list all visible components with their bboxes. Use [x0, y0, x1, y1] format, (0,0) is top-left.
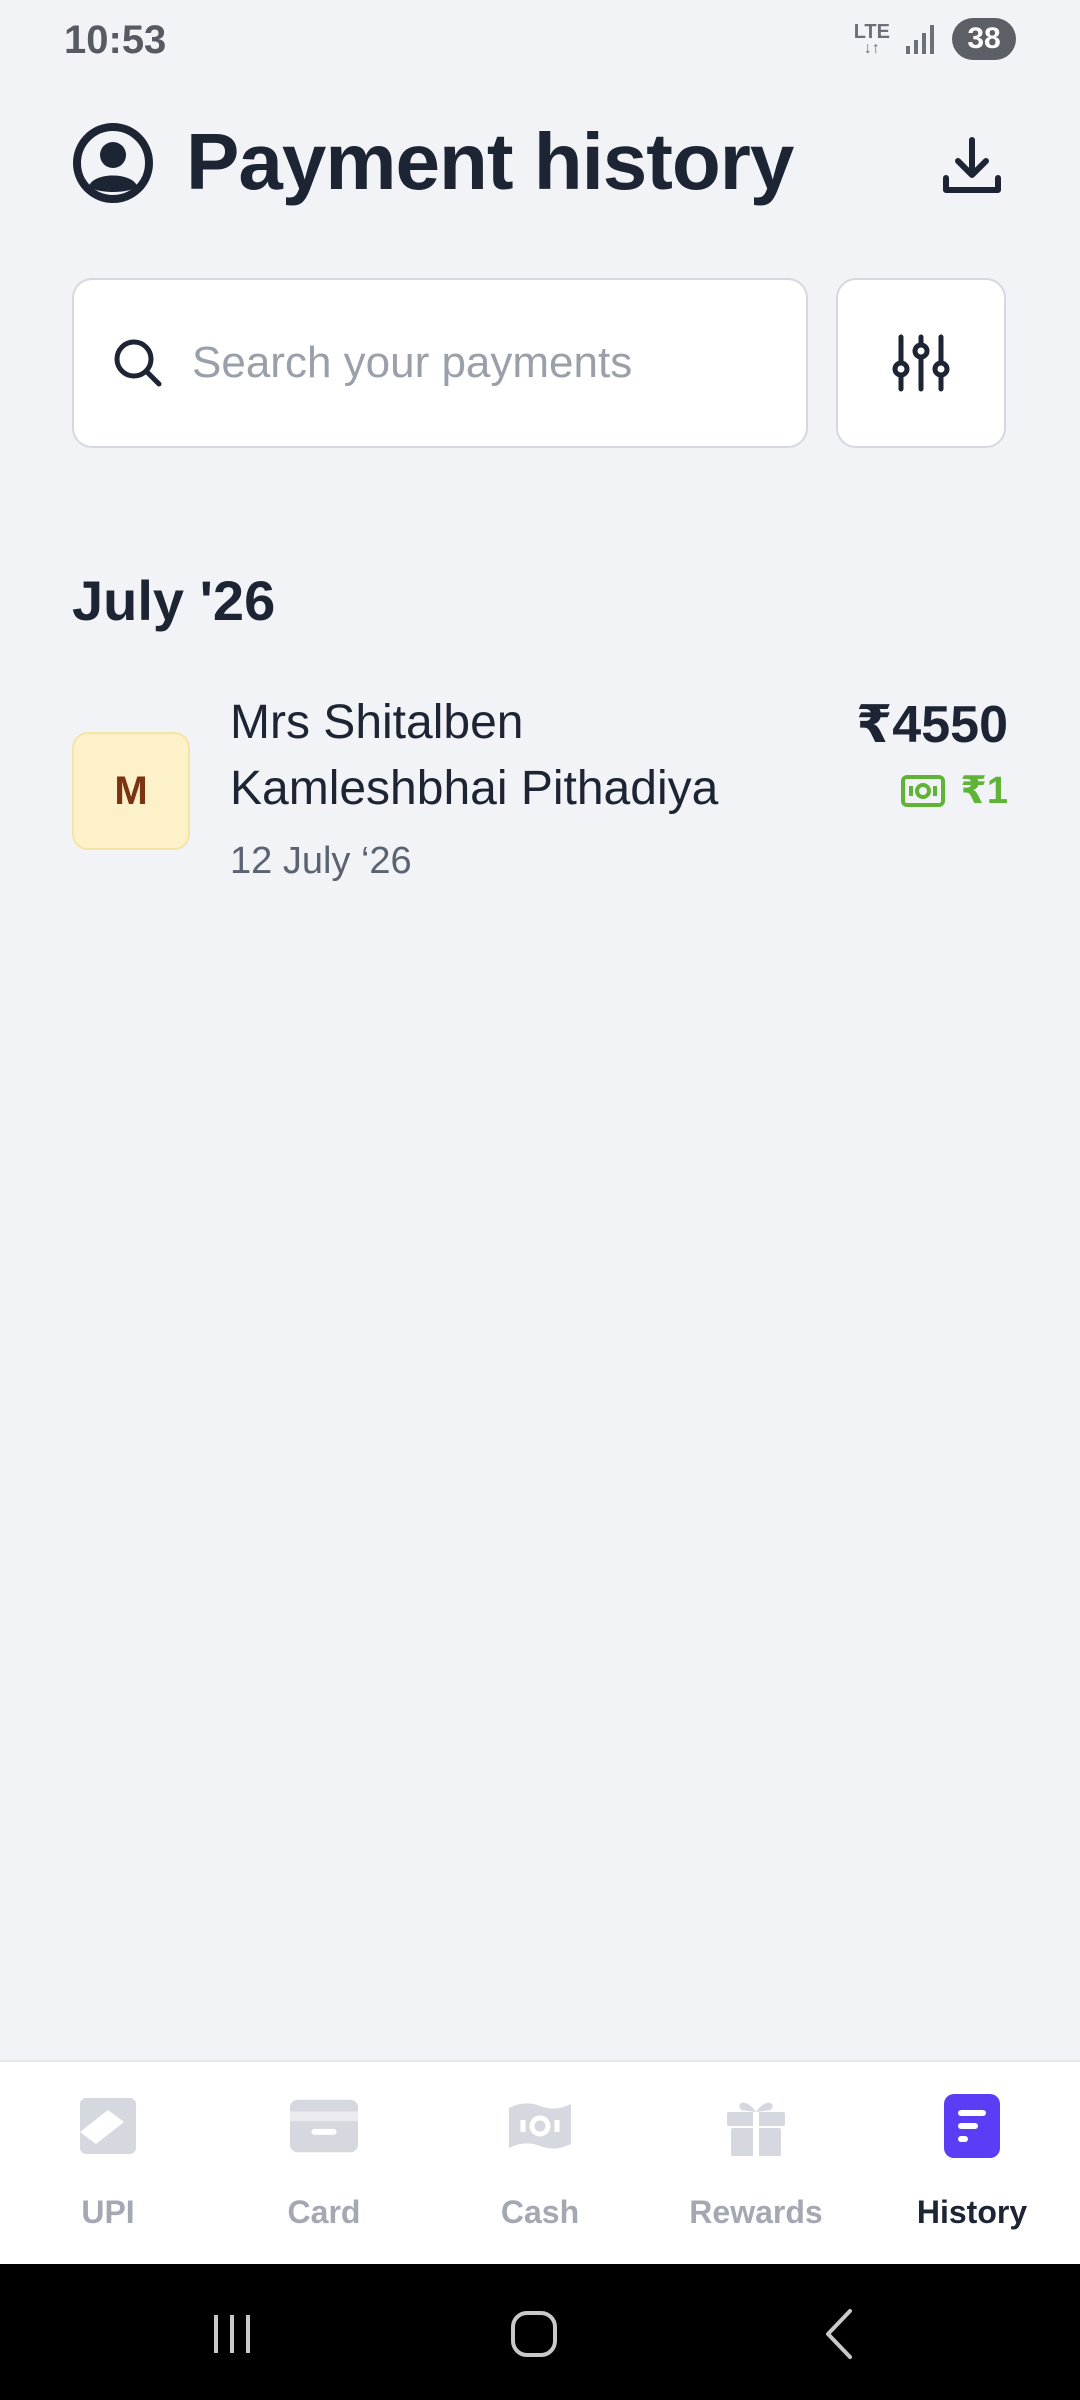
download-icon: [943, 137, 1001, 193]
nav-rewards[interactable]: Rewards: [648, 2062, 864, 2266]
nav-label: Card: [287, 2194, 361, 2230]
gift-icon: [722, 2092, 790, 2160]
filter-sliders-icon: [892, 334, 950, 392]
home-icon: [511, 2311, 557, 2357]
payment-date: 12 July ‘26: [230, 840, 412, 882]
bottom-nav: UPI Card Cash Rewards History: [0, 2060, 1080, 2266]
back-icon: [826, 2309, 852, 2359]
battery-level: 38: [952, 18, 1016, 60]
nav-card[interactable]: Card: [216, 2062, 432, 2266]
system-nav-bar: [0, 2264, 1080, 2400]
nav-label: UPI: [81, 2194, 135, 2230]
nav-label: History: [916, 2194, 1028, 2230]
payee-avatar: M: [72, 732, 190, 850]
home-button[interactable]: [494, 2294, 574, 2374]
signal-icon: [906, 25, 934, 54]
back-button[interactable]: [800, 2294, 880, 2374]
nav-label: Cash: [500, 2194, 580, 2230]
cashback-badge: ₹1: [900, 766, 1008, 816]
history-icon: [938, 2092, 1006, 2160]
status-time: 10:53: [64, 18, 167, 62]
filter-button[interactable]: [836, 278, 1006, 448]
nav-upi[interactable]: UPI: [0, 2062, 216, 2266]
upi-icon: [74, 2092, 142, 2160]
nav-label: Rewards: [689, 2194, 823, 2230]
status-icons: LTE ↓↑ 38: [854, 18, 1016, 60]
payment-amount: ₹4550: [856, 696, 1008, 754]
cashback-value: ₹1: [960, 770, 1008, 812]
payment-row[interactable]: M Mrs Shitalben Kamleshbhai Pithadiya 12…: [72, 690, 1008, 900]
profile-icon[interactable]: [72, 122, 154, 204]
network-type: LTE ↓↑: [853, 21, 890, 57]
nav-cash[interactable]: Cash: [432, 2062, 648, 2266]
payee-name: Mrs Shitalben Kamleshbhai Pithadiya: [230, 696, 719, 815]
download-button[interactable]: [930, 124, 1014, 208]
nav-history[interactable]: History: [864, 2062, 1080, 2266]
cash-icon: [506, 2092, 574, 2160]
card-icon: [290, 2092, 358, 2160]
cash-note-icon: [901, 775, 946, 807]
search-input[interactable]: [190, 337, 794, 389]
search-icon: [110, 335, 166, 391]
search-box[interactable]: [72, 278, 808, 448]
recent-apps-button[interactable]: [192, 2294, 272, 2374]
recent-apps-icon: [214, 2315, 250, 2353]
section-month-header: July '26: [72, 569, 276, 632]
page-title: Payment history: [186, 117, 794, 206]
